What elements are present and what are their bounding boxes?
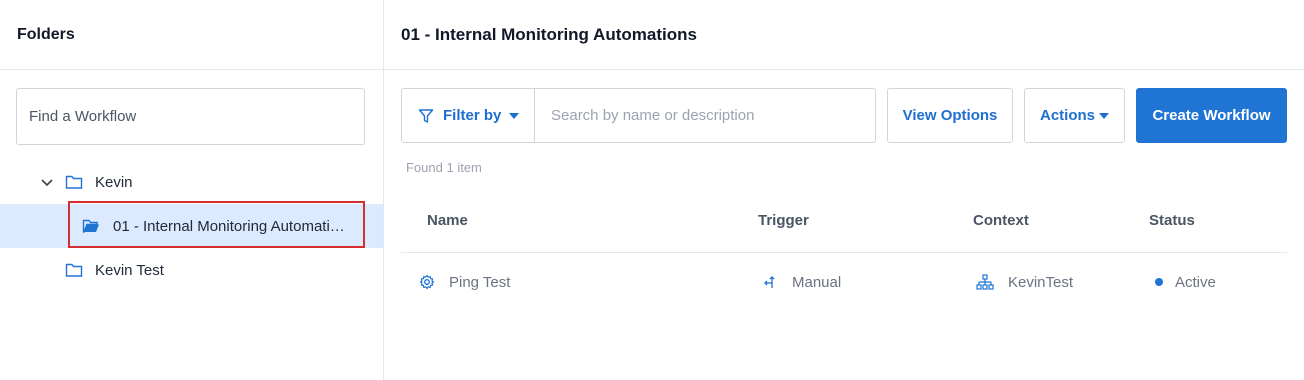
result-count: Found 1 item <box>406 160 482 175</box>
folders-panel: Folders Kevin 01 - Internal Monitoring A… <box>0 0 384 380</box>
view-options-label: View Options <box>902 107 998 124</box>
view-options-button[interactable]: View Options <box>887 88 1013 143</box>
page-title: 01 - Internal Monitoring Automations <box>401 24 697 44</box>
selection-highlight <box>68 201 365 248</box>
workflow-context: KevinTest <box>1008 273 1074 291</box>
workflows-header: 01 - Internal Monitoring Automations <box>384 0 1304 70</box>
filter-by-label: Filter by <box>443 107 502 124</box>
trigger-icon <box>764 276 775 288</box>
tree-item-kevin[interactable]: Kevin <box>0 160 383 204</box>
column-header-name[interactable]: Name <box>427 212 468 229</box>
find-workflow-input[interactable] <box>16 88 365 145</box>
filter-by-button[interactable]: Filter by <box>402 89 535 142</box>
table-row-status-cell: Active <box>1155 272 1216 292</box>
create-workflow-label: Create Workflow <box>1152 107 1271 124</box>
tree-item-kevin-test[interactable]: Kevin Test <box>0 248 383 292</box>
actions-button[interactable]: Actions <box>1024 88 1125 143</box>
create-workflow-button[interactable]: Create Workflow <box>1136 88 1287 143</box>
table-header-divider <box>401 252 1287 253</box>
tree-label-kevin-test: Kevin Test <box>95 261 164 279</box>
folder-icon <box>65 263 83 277</box>
column-header-trigger[interactable]: Trigger <box>758 212 809 229</box>
tree-label-kevin: Kevin <box>95 173 133 191</box>
column-header-context[interactable]: Context <box>973 212 1029 229</box>
gear-icon <box>419 274 435 290</box>
filter-search-group: Filter by <box>401 88 876 143</box>
workflows-panel: 01 - Internal Monitoring Automations Fil… <box>384 0 1304 380</box>
chevron-down-icon[interactable] <box>39 174 55 190</box>
folder-icon <box>65 175 83 189</box>
folders-title: Folders <box>17 25 75 43</box>
column-header-status[interactable]: Status <box>1149 212 1195 229</box>
workflow-status: Active <box>1175 273 1216 291</box>
caret-down-icon <box>509 112 520 119</box>
workflow-trigger: Manual <box>792 273 842 291</box>
table-row-name-cell[interactable]: Ping Test <box>419 272 510 292</box>
status-dot-icon <box>1155 278 1163 286</box>
sitemap-icon <box>976 274 994 290</box>
actions-label: Actions <box>1039 107 1095 124</box>
filter-icon <box>418 108 434 123</box>
caret-down-icon <box>1099 112 1109 119</box>
table-row-context-cell: KevinTest <box>976 272 1073 292</box>
table-row-trigger-cell: Manual <box>762 272 841 292</box>
workflow-name[interactable]: Ping Test <box>449 274 510 291</box>
workflow-search-input[interactable] <box>535 89 875 142</box>
folders-header: Folders <box>0 0 383 70</box>
